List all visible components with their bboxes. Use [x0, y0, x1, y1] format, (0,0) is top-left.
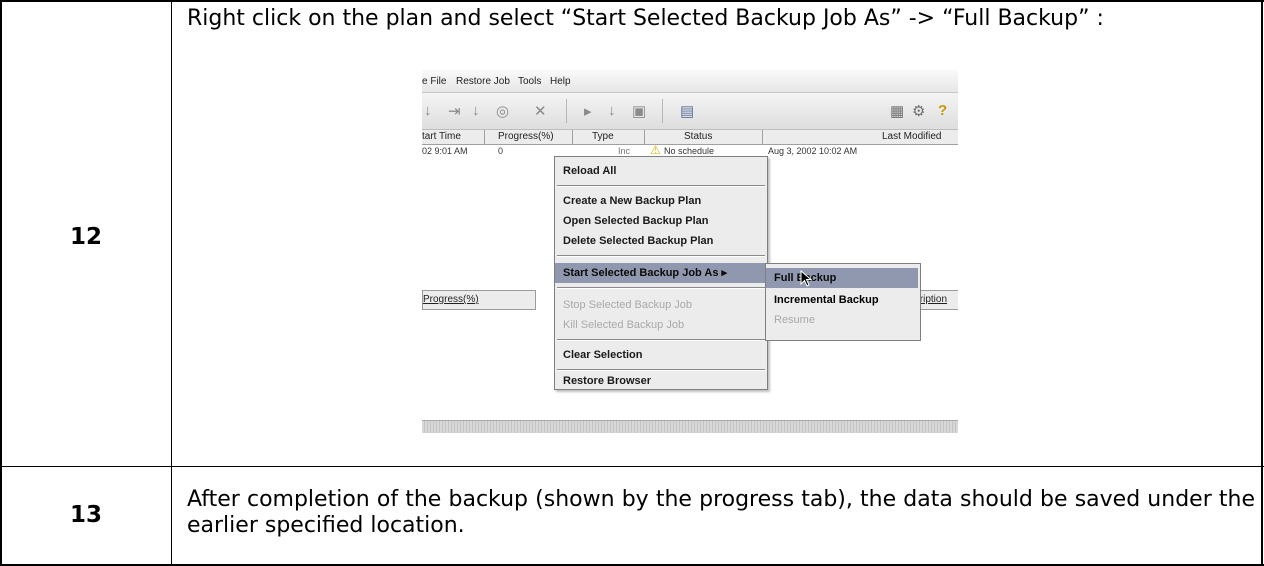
menu-item-clear-selection[interactable]: Clear Selection	[555, 345, 767, 365]
export-icon[interactable]: ▦	[890, 102, 904, 120]
submenu: Full Backup Incremental Backup Resume	[765, 263, 921, 341]
toolbar: ↓ ⇥ ↓ ◎ ✕ ▸ ↓ ▣ ▤ ▦ ⚙ ?	[422, 93, 958, 130]
step-instruction: After completion of the backup (shown by…	[187, 487, 1255, 538]
menu-separator	[557, 185, 765, 187]
progress-tab-header: Progress(%)	[422, 290, 536, 310]
row-last-modified: Aug 3, 2002 10:02 AM	[768, 146, 858, 156]
table-right-border	[1261, 0, 1263, 566]
menu-separator	[557, 255, 765, 257]
browse-icon[interactable]: ▤	[680, 102, 694, 120]
table-left-border	[0, 0, 2, 566]
row-type: Inc	[618, 146, 631, 156]
play-icon[interactable]: ▸	[584, 102, 592, 120]
step-number: 13	[69, 502, 102, 528]
pause-icon[interactable]: ↓	[472, 102, 480, 119]
step-forward-icon[interactable]: ⇥	[448, 102, 461, 120]
submenu-item-incremental-backup[interactable]: Incremental Backup	[766, 290, 918, 310]
column-divider	[572, 130, 573, 144]
context-menu: Reload All Create a New Backup Plan Open…	[554, 156, 768, 390]
menu-item-reload-all[interactable]: Reload All	[555, 161, 767, 181]
move-down-icon[interactable]: ↓	[424, 102, 432, 119]
submenu-item-full-backup[interactable]: Full Backup	[766, 268, 918, 288]
toolbar-separator	[662, 99, 663, 123]
row-start-time: 02 9:01 AM	[422, 146, 468, 156]
menu-item-stop-job: Stop Selected Backup Job	[563, 299, 693, 311]
menu-item-restore-browser[interactable]: Restore Browser	[555, 371, 767, 391]
step-number: 12	[69, 224, 102, 250]
column-status[interactable]: Status	[684, 131, 712, 142]
column-progress-bottom[interactable]: Progress(%)	[423, 294, 479, 305]
menu-separator	[557, 287, 765, 289]
menu-separator	[557, 339, 765, 341]
toolbar-separator	[566, 99, 567, 123]
submenu-item-resume: Resume	[774, 314, 815, 326]
column-divider	[484, 130, 485, 144]
menu-item-start-backup-as[interactable]: Start Selected Backup Job As ▸	[555, 263, 767, 283]
row-progress: 0	[498, 146, 504, 156]
table-top-border	[0, 0, 1264, 2]
settings-icon[interactable]: ⚙	[912, 102, 925, 120]
menu-item-open-plan[interactable]: Open Selected Backup Plan	[555, 211, 767, 231]
job-table-header: tart Time Progress(%) Type Status Last M…	[422, 130, 958, 145]
menu-restore-job[interactable]: Restore Job	[456, 76, 510, 87]
menu-bar: e File Restore Job Tools Help	[422, 70, 958, 93]
menu-item-create-plan[interactable]: Create a New Backup Plan	[555, 191, 767, 211]
column-start-time[interactable]: tart Time	[422, 131, 461, 142]
help-icon[interactable]: ?	[938, 102, 947, 119]
app-screenshot: e File Restore Job Tools Help ↓ ⇥ ↓ ◎ ✕ …	[422, 70, 958, 440]
horizontal-scrollbar[interactable]	[422, 420, 958, 433]
timer-icon[interactable]: ◎	[496, 102, 509, 120]
warning-icon: ⚠	[650, 143, 661, 157]
column-divider	[171, 0, 172, 566]
column-type[interactable]: Type	[592, 131, 614, 142]
column-progress[interactable]: Progress(%)	[498, 131, 554, 142]
window-icon[interactable]: ▣	[632, 102, 646, 120]
stop-icon[interactable]: ✕	[534, 102, 547, 120]
step-instruction: Right click on the plan and select “Star…	[187, 6, 1104, 31]
menu-item-delete-plan[interactable]: Delete Selected Backup Plan	[555, 231, 767, 251]
row-status: No schedule	[664, 146, 715, 156]
menu-help[interactable]: Help	[550, 76, 571, 87]
mouse-cursor-icon	[800, 270, 813, 287]
column-divider	[644, 130, 645, 144]
menu-tools[interactable]: Tools	[518, 76, 541, 87]
menu-item-kill-job: Kill Selected Backup Job	[563, 319, 685, 331]
column-divider	[762, 130, 763, 144]
row-divider	[0, 466, 1264, 467]
download-icon[interactable]: ↓	[608, 102, 616, 119]
column-last-modified[interactable]: Last Modified	[882, 131, 941, 142]
menu-file[interactable]: e File	[422, 76, 446, 87]
